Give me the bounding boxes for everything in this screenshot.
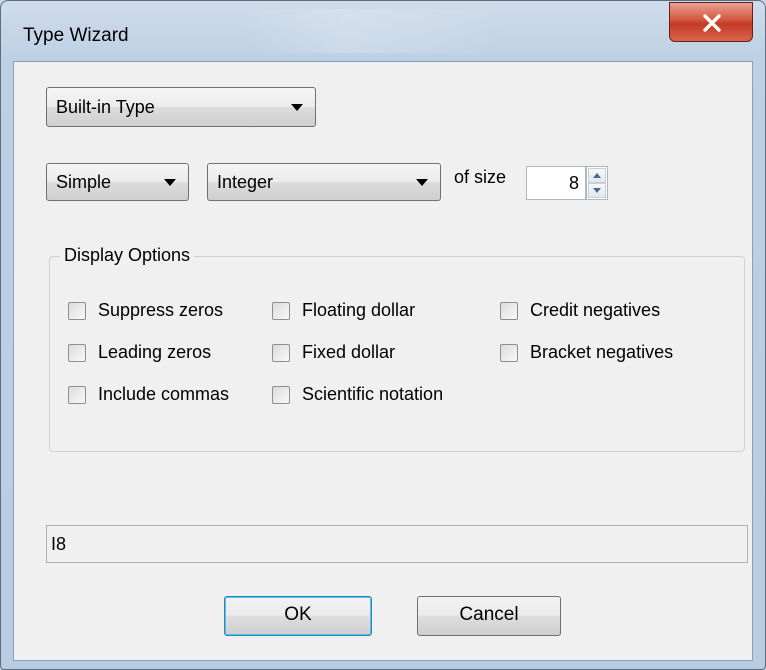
- spin-down-button[interactable]: [588, 183, 606, 198]
- checkbox-label: Credit negatives: [530, 300, 661, 320]
- kind-select[interactable]: Simple: [46, 163, 189, 201]
- chevron-down-icon: [416, 179, 428, 186]
- cancel-button[interactable]: Cancel: [417, 596, 561, 636]
- checkbox-label: Floating dollar: [302, 300, 416, 320]
- checkbox-label: Include commas: [98, 384, 230, 404]
- size-spinner: [586, 166, 608, 200]
- checkbox-label: Suppress zeros: [98, 300, 224, 320]
- checkbox-label: Scientific notation: [302, 384, 444, 404]
- checkbox-box: [68, 344, 86, 362]
- chevron-down-icon: [291, 104, 303, 111]
- background-ghost: [241, 9, 501, 53]
- type-select-value: Integer: [217, 172, 274, 192]
- type-result-text: I8: [51, 534, 67, 554]
- close-icon: [703, 14, 721, 32]
- checkbox-label: Leading zeros: [98, 342, 212, 362]
- display-options-label: Display Options: [60, 245, 195, 266]
- checkbox-box: [272, 386, 290, 404]
- category-select[interactable]: Built-in Type: [46, 87, 316, 127]
- checkbox-box: [500, 344, 518, 362]
- type-select[interactable]: Integer: [207, 163, 441, 201]
- spin-up-button[interactable]: [588, 168, 606, 183]
- kind-select-value: Simple: [56, 172, 112, 192]
- checkbox-label: Bracket negatives: [530, 342, 674, 362]
- checkbox-box: [68, 386, 86, 404]
- size-value: 8: [568, 173, 579, 193]
- dialog-title: Type Wizard: [23, 25, 129, 46]
- ok-button[interactable]: OK: [224, 596, 372, 636]
- size-label: of size: [454, 167, 507, 187]
- title-bar: Type Wizard: [1, 1, 765, 61]
- checkbox-box: [500, 302, 518, 320]
- category-select-value: Built-in Type: [56, 97, 155, 117]
- cancel-button-label: Cancel: [459, 604, 519, 625]
- checkbox-box: [68, 302, 86, 320]
- type-result-field: I8: [46, 525, 748, 563]
- size-input[interactable]: 8: [526, 166, 586, 200]
- checkbox-box: [272, 344, 290, 362]
- checkbox-box: [272, 302, 290, 320]
- chevron-down-icon: [164, 179, 176, 186]
- ok-button-label: OK: [284, 604, 312, 625]
- close-button[interactable]: [669, 2, 753, 42]
- dialog-body: Built-in Type Simple Integer of size 8 D…: [13, 61, 753, 661]
- checkbox-label: Fixed dollar: [302, 342, 396, 362]
- type-wizard-dialog: Type Wizard Built-in Type Simple Integer…: [0, 0, 766, 670]
